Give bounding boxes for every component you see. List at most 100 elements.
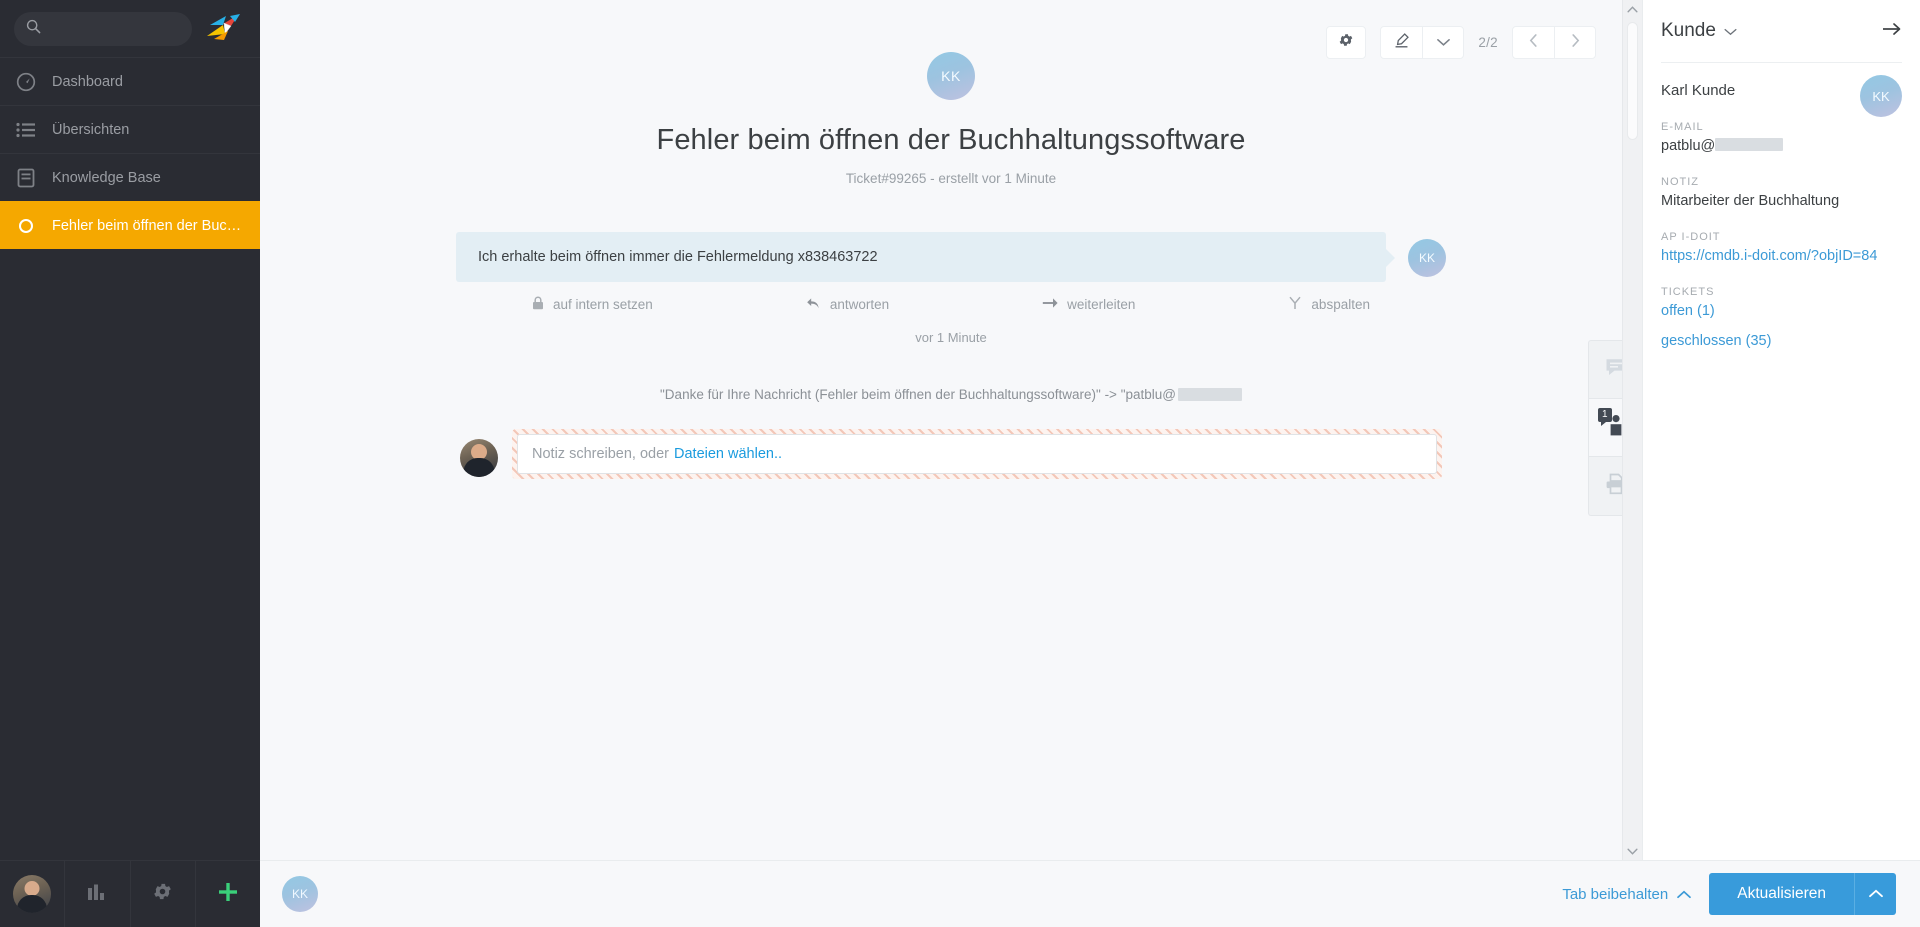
article-bubble[interactable]: Ich erhalte beim öffnen immer die Fehler… <box>456 232 1395 282</box>
ticket-toolbar: 2/2 <box>1326 26 1596 59</box>
customer-name: Karl Kunde <box>1661 82 1736 99</box>
app-root: Dashboard Übersichten Knowledge Base Feh… <box>0 0 1920 927</box>
forward-icon <box>1042 297 1058 312</box>
ticket-settings-button[interactable] <box>1326 26 1367 59</box>
sidebar-title[interactable]: Kunde <box>1661 20 1737 42</box>
highlighter-icon <box>1393 32 1410 54</box>
page-title: Fehler beim öffnen der Buchhaltungssoftw… <box>656 124 1246 156</box>
content-scroll-area: 2/2 KK Fehler beim öffnen der Buchhaltun… <box>260 0 1642 927</box>
sidebar-item-uebersichten[interactable]: Übersichten <box>0 105 260 153</box>
tab-badge: 1 <box>1598 408 1612 426</box>
article-pager: 2/2 <box>1478 35 1498 50</box>
scroll-up-button[interactable] <box>1623 0 1642 18</box>
scroll-down-button[interactable] <box>1623 842 1642 860</box>
chevron-up-icon <box>1677 886 1692 903</box>
ticket-customer-avatar[interactable]: KK <box>927 52 975 100</box>
sidebar-item-ticket[interactable]: Fehler beim öffnen der Buchhal... <box>0 201 260 249</box>
email-text: patblu@ <box>1661 138 1716 154</box>
composer-placeholder: Notiz schreiben, oder <box>532 446 670 462</box>
ticket-bottom-bar: KK Tab beibehalten Aktualisieren <box>260 860 1920 927</box>
choose-files-link[interactable]: Dateien wählen.. <box>674 446 782 462</box>
action-label: weiterleiten <box>1067 297 1136 312</box>
lock-icon <box>532 296 544 313</box>
prev-article-button[interactable] <box>1513 27 1554 58</box>
composer-input[interactable]: Notiz schreiben, oder Dateien wählen.. <box>517 434 1437 474</box>
sidebar-item-dashboard[interactable]: Dashboard <box>0 57 260 105</box>
action-label: antworten <box>829 297 890 312</box>
sidebar-item-knowledge-base[interactable]: Knowledge Base <box>0 153 260 201</box>
update-options-button[interactable] <box>1854 873 1896 915</box>
open-customer-button[interactable] <box>1882 22 1902 41</box>
list-icon <box>14 122 38 138</box>
update-button[interactable]: Aktualisieren <box>1709 873 1854 915</box>
nav-header <box>0 0 260 57</box>
gear-icon <box>152 881 173 907</box>
highlight-group <box>1380 26 1465 59</box>
tickets-closed-link[interactable]: geschlossen (35) <box>1661 333 1902 349</box>
redacted-email-block <box>1715 138 1784 151</box>
dashboard-icon <box>14 72 38 92</box>
zammad-logo-icon[interactable] <box>202 12 246 46</box>
bottom-avatar-wrap: KK <box>260 876 340 912</box>
search-icon <box>26 19 41 39</box>
bar-chart-icon <box>87 883 107 906</box>
keep-tab-toggle[interactable]: Tab beibehalten <box>1562 885 1692 903</box>
article-avatar[interactable]: KK <box>1408 239 1446 277</box>
reports-button[interactable] <box>65 861 131 927</box>
sidebar-item-label: Knowledge Base <box>52 169 161 186</box>
search-box[interactable] <box>14 12 192 46</box>
action-split[interactable]: abspalten <box>1288 296 1370 313</box>
article-stream: Ich erhalte beim öffnen immer die Fehler… <box>260 232 1642 345</box>
submit-button-group: Aktualisieren <box>1709 873 1896 915</box>
field-label-notiz: NOTIZ <box>1661 176 1699 188</box>
customer-details: KK Karl Kunde E-MAIL patblu@ NOTIZ Mitar… <box>1643 63 1920 349</box>
arrow-right-icon <box>1882 22 1902 40</box>
article-composer[interactable]: Notiz schreiben, oder Dateien wählen.. <box>512 429 1442 479</box>
plus-icon <box>217 881 239 908</box>
sidebar-item-label: Fehler beim öffnen der Buchhal... <box>52 217 246 234</box>
system-note-text: "Danke für Ihre Nachricht (Fehler beim ö… <box>660 387 1176 402</box>
user-avatar[interactable] <box>0 861 66 927</box>
sidebar-item-label: Übersichten <box>52 121 130 138</box>
next-article-button[interactable] <box>1554 27 1595 58</box>
redacted-email-block <box>1177 388 1242 401</box>
content-scrollbar[interactable] <box>1622 0 1642 860</box>
chevron-right-icon <box>1571 33 1580 52</box>
customer-sidebar-header: Kunde <box>1643 0 1920 62</box>
action-reply[interactable]: antworten <box>806 296 889 313</box>
highlight-dropdown-button[interactable] <box>1422 27 1463 58</box>
chevron-up-icon <box>1868 885 1883 903</box>
search-input[interactable] <box>49 21 180 37</box>
tickets-open-link[interactable]: offen (1) <box>1661 303 1902 319</box>
nav-footer <box>0 860 260 927</box>
keep-tab-label: Tab beibehalten <box>1562 885 1669 903</box>
highlighter-button[interactable] <box>1381 27 1422 58</box>
primary-navigation: Dashboard Übersichten Knowledge Base Feh… <box>0 0 260 927</box>
action-label: auf intern setzen <box>553 297 653 312</box>
customer-avatar[interactable]: KK <box>1860 75 1902 117</box>
scrollbar-thumb[interactable] <box>1627 22 1638 140</box>
customer-sidebar: Kunde KK Karl Kunde E-MAIL patblu@ NOTIZ <box>1642 0 1920 927</box>
chevron-left-icon <box>1529 33 1538 52</box>
chevron-down-icon <box>1724 20 1737 42</box>
agent-avatar <box>460 439 498 477</box>
bottom-actions: Tab beibehalten Aktualisieren <box>1562 873 1920 915</box>
ticket-state-icon <box>14 218 38 234</box>
book-icon <box>14 168 38 188</box>
nav-item-list: Dashboard Übersichten Knowledge Base Feh… <box>0 57 260 249</box>
bottom-customer-avatar[interactable]: KK <box>282 876 318 912</box>
article-actions: auf intern setzen antworten weiterleiten <box>486 296 1416 313</box>
ticket-content: 2/2 KK Fehler beim öffnen der Buchhaltun… <box>260 0 1642 927</box>
new-button[interactable] <box>196 861 260 927</box>
tickets-label: TICKETS <box>1661 286 1715 298</box>
pager-group <box>1512 26 1596 59</box>
article-timestamp: vor 1 Minute <box>915 330 987 345</box>
settings-button[interactable] <box>131 861 196 927</box>
field-label-ap-i-doit: AP I-DOIT <box>1661 231 1721 243</box>
action-forward[interactable]: weiterleiten <box>1042 296 1135 313</box>
field-value-ap-i-doit[interactable]: https://cmdb.i-doit.com/?objID=84 <box>1661 248 1902 264</box>
action-set-internal[interactable]: auf intern setzen <box>532 296 653 313</box>
avatar-photo <box>13 875 52 913</box>
system-note: "Danke für Ihre Nachricht (Fehler beim ö… <box>260 387 1642 402</box>
